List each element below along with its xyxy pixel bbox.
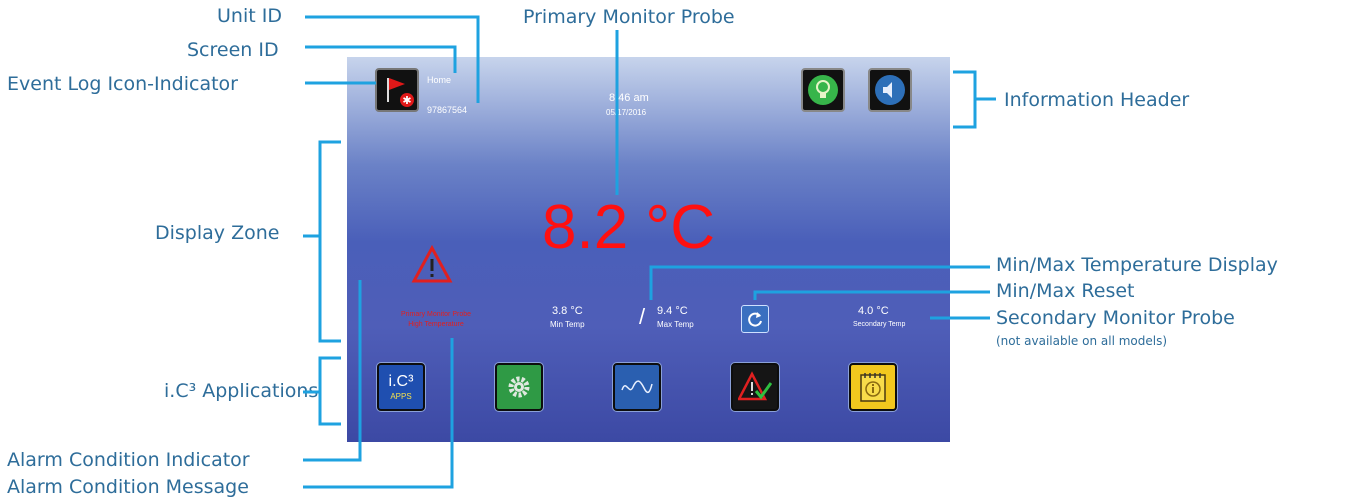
- leader-minmax-reset: [753, 290, 990, 300]
- bracket-info-header: [953, 70, 977, 129]
- leader-minmax-display: [649, 265, 990, 300]
- callout-leader-lines: [303, 15, 996, 489]
- leader-unit-id: [305, 15, 480, 103]
- bracket-apps: [318, 356, 341, 426]
- leader-alarm-message: [303, 338, 454, 489]
- bracket-display-zone: [318, 140, 341, 343]
- leader-alarm-indicator: [303, 280, 362, 462]
- leader-screen-id: [305, 45, 457, 73]
